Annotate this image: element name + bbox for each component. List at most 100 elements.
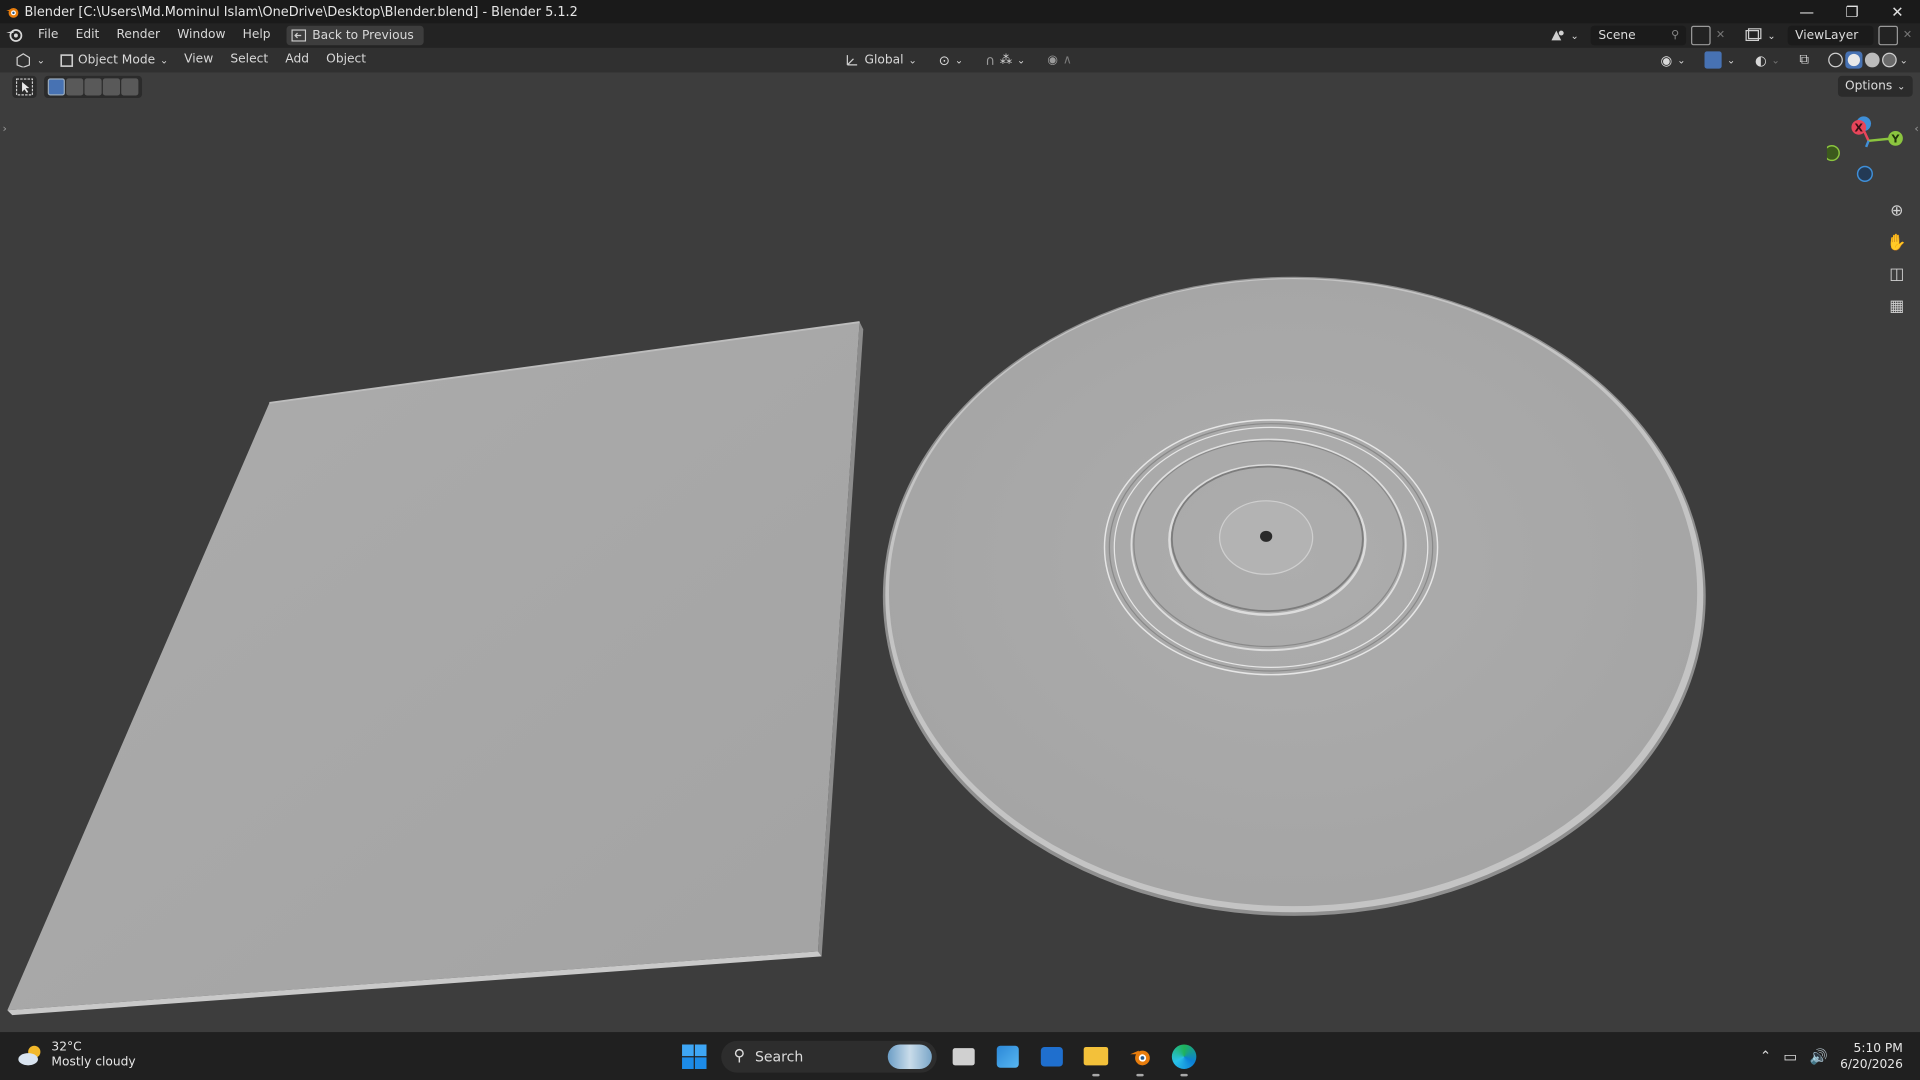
top-menu-bar: File Edit Render Window Help Back to Pre…	[0, 23, 1920, 48]
maximize-button[interactable]: ❐	[1829, 0, 1874, 23]
select-extend-icon[interactable]	[66, 78, 84, 96]
task-view-button[interactable]	[947, 1039, 981, 1073]
overlays-toggle[interactable]: ◐ ⌄	[1748, 50, 1788, 70]
network-icon[interactable]: ▭	[1783, 1048, 1797, 1065]
windows-taskbar: 32°C Mostly cloudy ⚲ Search ⌃ ▭ 🔊 5:10 P…	[0, 1032, 1920, 1080]
menu-object[interactable]: Object	[318, 48, 375, 72]
running-indicator	[1136, 1073, 1144, 1076]
windows-logo-icon	[682, 1043, 707, 1069]
blender-menu-icon[interactable]	[0, 23, 29, 47]
wireframe-shading-icon[interactable]	[1828, 52, 1844, 68]
3d-viewport-icon	[16, 53, 31, 68]
running-indicator	[1092, 1073, 1100, 1076]
view-layer-name-field[interactable]: ViewLayer	[1787, 25, 1874, 46]
close-button[interactable]: ✕	[1875, 0, 1920, 23]
vinyl-record-disc[interactable]	[882, 276, 1706, 916]
shading-mode-buttons: ⌄	[1821, 50, 1915, 70]
transform-orientation-selector[interactable]: Global ⌄	[838, 50, 924, 70]
search-highlight-icon	[887, 1043, 932, 1069]
back-to-previous-button[interactable]: Back to Previous	[286, 25, 424, 46]
chevron-down-icon[interactable]: ⌄	[1900, 54, 1908, 65]
menu-view[interactable]: View	[176, 48, 222, 72]
menu-render[interactable]: Render	[108, 23, 169, 47]
menu-window[interactable]: Window	[169, 23, 234, 47]
weather-widget[interactable]: 32°C Mostly cloudy	[17, 1041, 136, 1070]
scene-icon	[1550, 30, 1564, 41]
edge-browser-button[interactable]	[1167, 1039, 1201, 1076]
blender-taskbar-button[interactable]	[1123, 1039, 1157, 1076]
y-axis-negative-handle[interactable]	[1826, 144, 1840, 162]
scene-name-field[interactable]: Scene ⚲	[1590, 25, 1687, 46]
hand-pan-icon[interactable]: ✋	[1883, 229, 1910, 256]
material-shading-icon[interactable]	[1865, 52, 1880, 68]
store-bag-icon	[996, 1045, 1019, 1068]
search-label: Search	[754, 1047, 804, 1065]
blender-logo-icon	[6, 7, 19, 18]
toolbar-expand-arrow[interactable]: ›	[2, 124, 6, 136]
z-axis-negative-handle[interactable]	[1856, 165, 1873, 182]
chevron-down-icon: ⌄	[954, 54, 964, 66]
menu-file[interactable]: File	[29, 23, 67, 47]
microsoft-store-button[interactable]	[991, 1039, 1025, 1073]
perspective-grid-icon[interactable]: ▦	[1883, 293, 1910, 320]
selection-mode-buttons	[44, 75, 143, 98]
options-dropdown[interactable]: Options ⌄	[1837, 75, 1913, 97]
select-subtract-icon[interactable]	[84, 78, 102, 96]
zoom-icon[interactable]: ⊕	[1883, 197, 1910, 224]
new-scene-icon[interactable]	[1691, 25, 1711, 46]
chevron-down-icon: ⌄	[1677, 54, 1686, 66]
outlook-button[interactable]	[1035, 1039, 1069, 1073]
scene-selector-button[interactable]: ⌄	[1541, 26, 1586, 46]
taskbar-search[interactable]: ⚲ Search	[721, 1040, 937, 1073]
back-screen-icon	[291, 29, 307, 42]
system-tray: ⌃ ▭ 🔊 5:10 PM 6/20/2026	[1760, 1032, 1920, 1080]
pin-icon[interactable]: ⚲	[1671, 29, 1679, 41]
select-invert-icon[interactable]	[102, 78, 121, 96]
menu-select[interactable]: Select	[222, 48, 277, 72]
outlook-icon	[1040, 1046, 1063, 1066]
file-explorer-button[interactable]	[1079, 1039, 1113, 1076]
show-hidden-icons-chevron[interactable]: ⌃	[1760, 1048, 1771, 1064]
solid-shading-icon[interactable]	[1845, 51, 1863, 69]
system-clock[interactable]: 5:10 PM 6/20/2026	[1840, 1040, 1903, 1072]
eye-icon: ◉	[1660, 52, 1673, 68]
edge-icon	[1171, 1043, 1197, 1069]
window-controls: — ❐ ✕	[1784, 0, 1920, 23]
select-new-icon[interactable]	[47, 78, 65, 96]
select-tool-button[interactable]	[12, 75, 37, 98]
menu-edit[interactable]: Edit	[67, 23, 108, 47]
start-button[interactable]	[677, 1039, 711, 1073]
search-icon: ⚲	[733, 1046, 746, 1066]
album-cover-plane[interactable]	[7, 321, 864, 1016]
editor-type-button[interactable]: ⌄	[7, 50, 52, 70]
minimize-button[interactable]: —	[1784, 0, 1829, 23]
navigation-gizmo[interactable]: X Y	[1826, 114, 1913, 187]
menu-help[interactable]: Help	[234, 23, 279, 47]
3d-viewport[interactable]: › ‹ Options ⌄ X Y ⊕ ✋ ◫ ▦	[0, 72, 1920, 1033]
chevron-down-icon: ⌄	[1767, 30, 1776, 42]
gizmo-icon	[1705, 51, 1723, 69]
visibility-selector[interactable]: ◉ ⌄	[1653, 50, 1693, 70]
menu-add[interactable]: Add	[277, 48, 318, 72]
gizmo-toggle[interactable]: ⌄	[1698, 50, 1743, 70]
camera-view-icon[interactable]: ◫	[1883, 261, 1910, 288]
sidebar-expand-arrow[interactable]: ‹	[1914, 124, 1918, 136]
mode-selector[interactable]: Object Mode ⌄	[52, 50, 175, 70]
delete-view-layer-icon[interactable]: ✕	[1903, 29, 1920, 41]
proportional-editing-toggle[interactable]: ◉ ∧	[1040, 50, 1079, 70]
running-indicator	[1180, 1073, 1188, 1076]
volume-icon[interactable]: 🔊	[1810, 1048, 1828, 1065]
xray-toggle[interactable]: ⧉	[1792, 50, 1816, 70]
viewport-navigation-tools: ⊕ ✋ ◫ ▦	[1883, 197, 1910, 319]
pivot-point-selector[interactable]: ⊙ ⌄	[931, 50, 970, 70]
cursor-select-icon	[15, 78, 34, 96]
new-view-layer-icon[interactable]	[1878, 25, 1898, 46]
select-intersect-icon[interactable]	[121, 78, 139, 96]
snap-toggle[interactable]: ∩ ⁂ ⌄	[978, 50, 1033, 70]
overlays-icon: ◐	[1754, 52, 1767, 68]
view-layer-selector-button[interactable]: ⌄	[1738, 26, 1783, 46]
delete-scene-icon[interactable]: ✕	[1716, 29, 1733, 41]
rendered-shading-icon[interactable]	[1882, 52, 1898, 68]
snap-grid-icon: ⁂	[999, 53, 1013, 67]
cloud-sun-icon	[18, 1045, 41, 1066]
